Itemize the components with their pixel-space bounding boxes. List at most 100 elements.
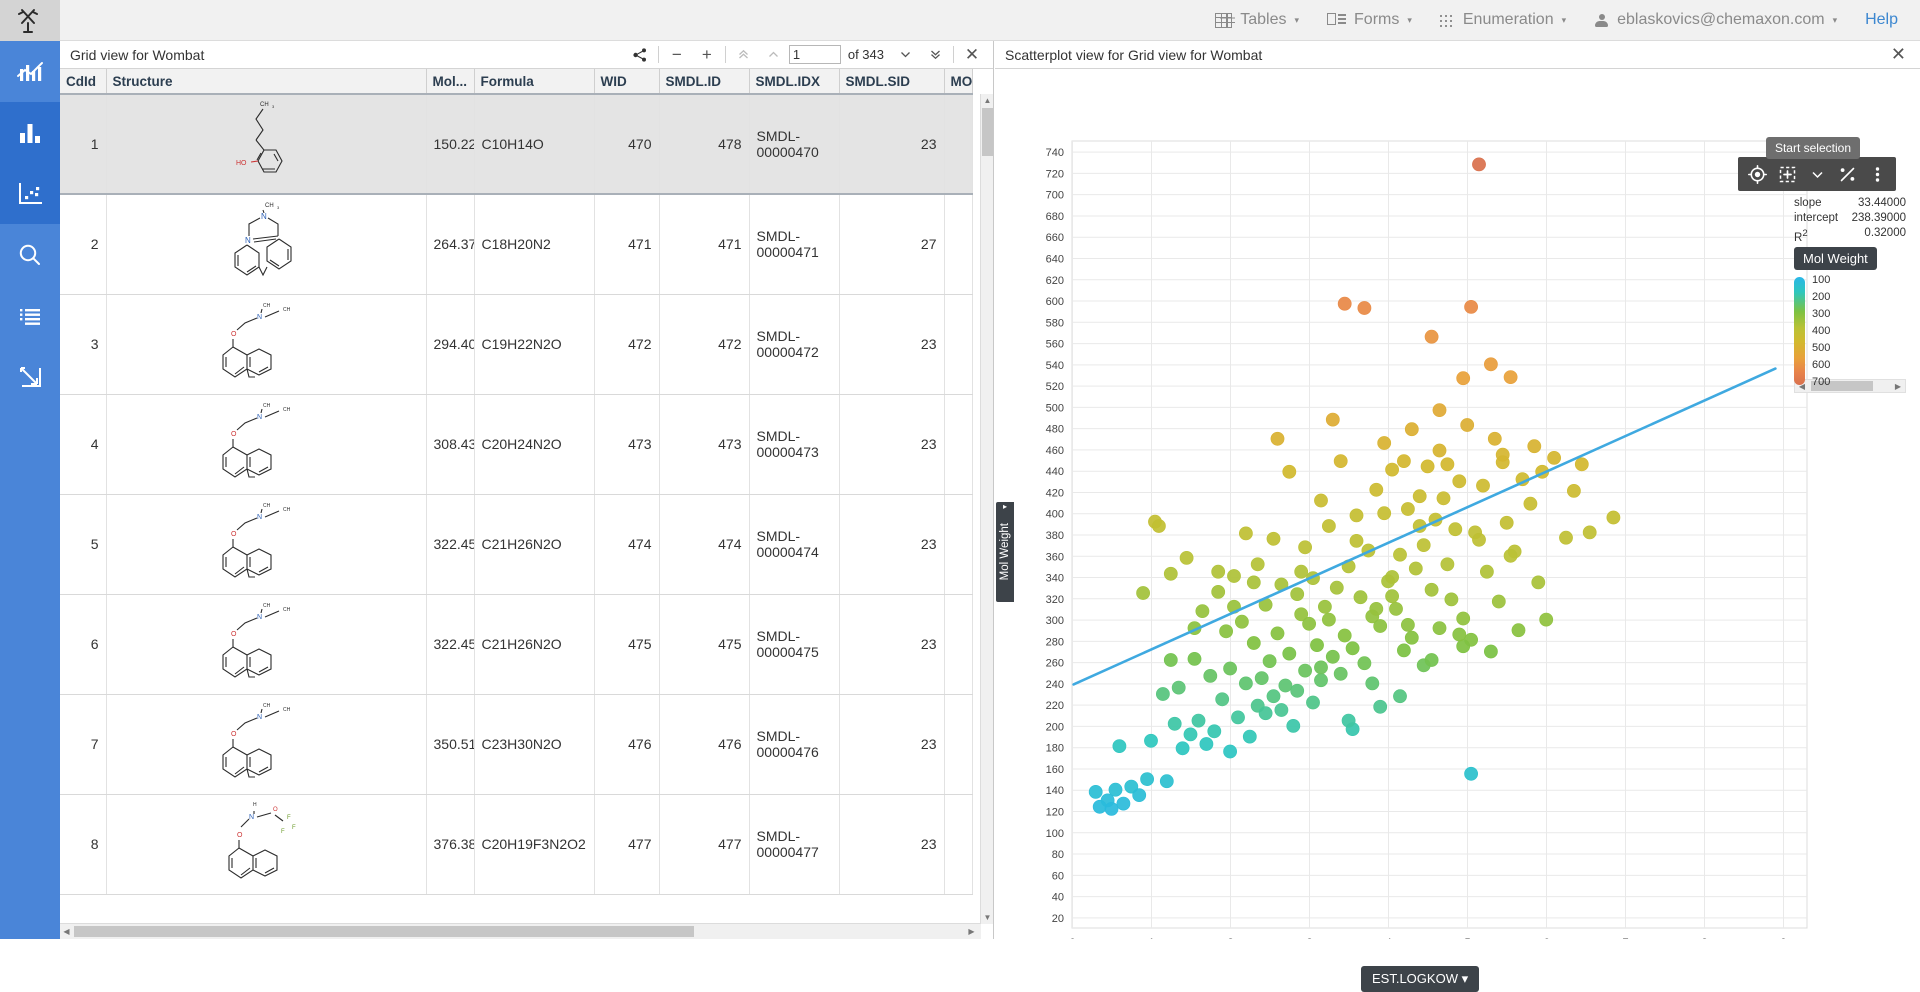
data-point[interactable] xyxy=(1200,737,1213,750)
data-point[interactable] xyxy=(1512,624,1525,637)
data-point[interactable] xyxy=(1417,539,1430,552)
sidebar-item-list[interactable] xyxy=(0,285,60,346)
data-point[interactable] xyxy=(1172,681,1185,694)
data-point[interactable] xyxy=(1247,576,1260,589)
data-point[interactable] xyxy=(1314,661,1327,674)
data-point[interactable] xyxy=(1457,612,1470,625)
data-point[interactable] xyxy=(1196,605,1209,618)
data-point[interactable] xyxy=(1180,551,1193,564)
data-point[interactable] xyxy=(1413,490,1426,503)
data-point[interactable] xyxy=(1472,158,1485,171)
data-point[interactable] xyxy=(1378,507,1391,520)
data-point[interactable] xyxy=(1259,707,1272,720)
data-point[interactable] xyxy=(1267,532,1280,545)
data-point[interactable] xyxy=(1425,583,1438,596)
data-point[interactable] xyxy=(1370,483,1383,496)
data-point[interactable] xyxy=(1247,636,1260,649)
data-point[interactable] xyxy=(1386,463,1399,476)
data-point[interactable] xyxy=(1220,625,1233,638)
close-scatterplot-button[interactable]: ✕ xyxy=(1885,44,1912,65)
data-point[interactable] xyxy=(1318,600,1331,613)
data-point[interactable] xyxy=(1449,523,1462,536)
data-point[interactable] xyxy=(1287,719,1300,732)
data-point[interactable] xyxy=(1176,742,1189,755)
data-point[interactable] xyxy=(1492,595,1505,608)
data-point[interactable] xyxy=(1295,565,1308,578)
table-row[interactable]: 5CHCHNO322.45C21H26N2O474474SMDL-0000047… xyxy=(60,494,972,594)
data-point[interactable] xyxy=(1370,602,1383,615)
data-point[interactable] xyxy=(1378,436,1391,449)
column-header-structure[interactable]: Structure xyxy=(106,69,426,94)
table-row[interactable]: 2CH3NN264.37C18H20N2471471SMDL-000004712… xyxy=(60,194,972,294)
data-point[interactable] xyxy=(1524,497,1537,510)
data-point[interactable] xyxy=(1575,458,1588,471)
column-header-cdid[interactable]: CdId xyxy=(60,69,106,94)
data-point[interactable] xyxy=(1267,690,1280,703)
menu-user-account[interactable]: eblaskovics@chemaxon.com ▾ xyxy=(1580,0,1851,41)
data-point[interactable] xyxy=(1105,802,1118,815)
table-row[interactable]: 6CHCHNO322.45C21H26N2O475475SMDL-0000047… xyxy=(60,594,972,694)
data-point[interactable] xyxy=(1299,664,1312,677)
data-point[interactable] xyxy=(1393,548,1406,561)
data-point[interactable] xyxy=(1235,615,1248,628)
data-point[interactable] xyxy=(1283,647,1296,660)
menu-enumeration[interactable]: Enumeration ▾ xyxy=(1426,0,1580,41)
data-point[interactable] xyxy=(1484,645,1497,658)
column-header-wid[interactable]: WID xyxy=(594,69,659,94)
data-point[interactable] xyxy=(1457,372,1470,385)
column-header-mol-[interactable]: Mol... xyxy=(426,69,474,94)
table-row[interactable]: 4CHCHNO308.43C20H24N2O473473SMDL-0000047… xyxy=(60,394,972,494)
data-point[interactable] xyxy=(1291,684,1304,697)
data-point[interactable] xyxy=(1548,451,1561,464)
y-axis-selector[interactable]: Mol Weight xyxy=(996,502,1014,602)
menu-tables[interactable]: Tables ▾ xyxy=(1201,0,1313,41)
sidebar-item-export[interactable] xyxy=(0,346,60,407)
data-point[interactable] xyxy=(1386,590,1399,603)
legend-title[interactable]: Mol Weight xyxy=(1794,247,1877,270)
data-point[interactable] xyxy=(1089,785,1102,798)
data-point[interactable] xyxy=(1271,627,1284,640)
data-point[interactable] xyxy=(1445,593,1458,606)
data-point[interactable] xyxy=(1461,418,1474,431)
data-point[interactable] xyxy=(1144,734,1157,747)
data-point[interactable] xyxy=(1133,789,1146,802)
data-point[interactable] xyxy=(1496,448,1509,461)
app-logo[interactable] xyxy=(0,0,60,41)
data-point[interactable] xyxy=(1263,655,1276,668)
data-point[interactable] xyxy=(1192,714,1205,727)
data-point[interactable] xyxy=(1350,534,1363,547)
data-point[interactable] xyxy=(1204,669,1217,682)
scroll-right-arrow[interactable]: ▶ xyxy=(965,925,978,938)
sidebar-item-bar-chart[interactable] xyxy=(0,102,60,163)
first-page-button[interactable] xyxy=(729,42,759,68)
data-point[interactable] xyxy=(1437,492,1450,505)
data-point[interactable] xyxy=(1160,775,1173,788)
data-point[interactable] xyxy=(1224,662,1237,675)
plot-area[interactable]: 2040608010012014016018020022024026028030… xyxy=(995,69,1920,939)
sidebar-item-scatter[interactable] xyxy=(0,163,60,224)
data-point[interactable] xyxy=(1322,519,1335,532)
table-row[interactable]: 8HOFFFNO376.38C20H19F3N2O2477477SMDL-000… xyxy=(60,794,972,894)
data-point[interactable] xyxy=(1393,690,1406,703)
more-options[interactable] xyxy=(1862,157,1892,191)
table-row[interactable]: 1CH3HO150.22C10H14O470478SMDL-0000047023 xyxy=(60,94,972,194)
data-point[interactable] xyxy=(1401,618,1414,631)
column-header-smdl-id[interactable]: SMDL.ID xyxy=(659,69,749,94)
column-header-mo[interactable]: MO xyxy=(944,69,972,94)
data-point[interactable] xyxy=(1184,728,1197,741)
data-point[interactable] xyxy=(1583,526,1596,539)
data-point[interactable] xyxy=(1472,533,1485,546)
data-point[interactable] xyxy=(1208,725,1221,738)
data-point[interactable] xyxy=(1113,740,1126,753)
data-point[interactable] xyxy=(1476,479,1489,492)
data-point[interactable] xyxy=(1346,642,1359,655)
data-point[interactable] xyxy=(1433,404,1446,417)
selection-dropdown[interactable] xyxy=(1802,157,1832,191)
data-point[interactable] xyxy=(1164,567,1177,580)
data-point[interactable] xyxy=(1109,783,1122,796)
data-point[interactable] xyxy=(1334,667,1347,680)
close-grid-button[interactable]: ✕ xyxy=(957,42,987,68)
data-point[interactable] xyxy=(1374,700,1387,713)
data-point[interactable] xyxy=(1433,622,1446,635)
data-point[interactable] xyxy=(1168,717,1181,730)
